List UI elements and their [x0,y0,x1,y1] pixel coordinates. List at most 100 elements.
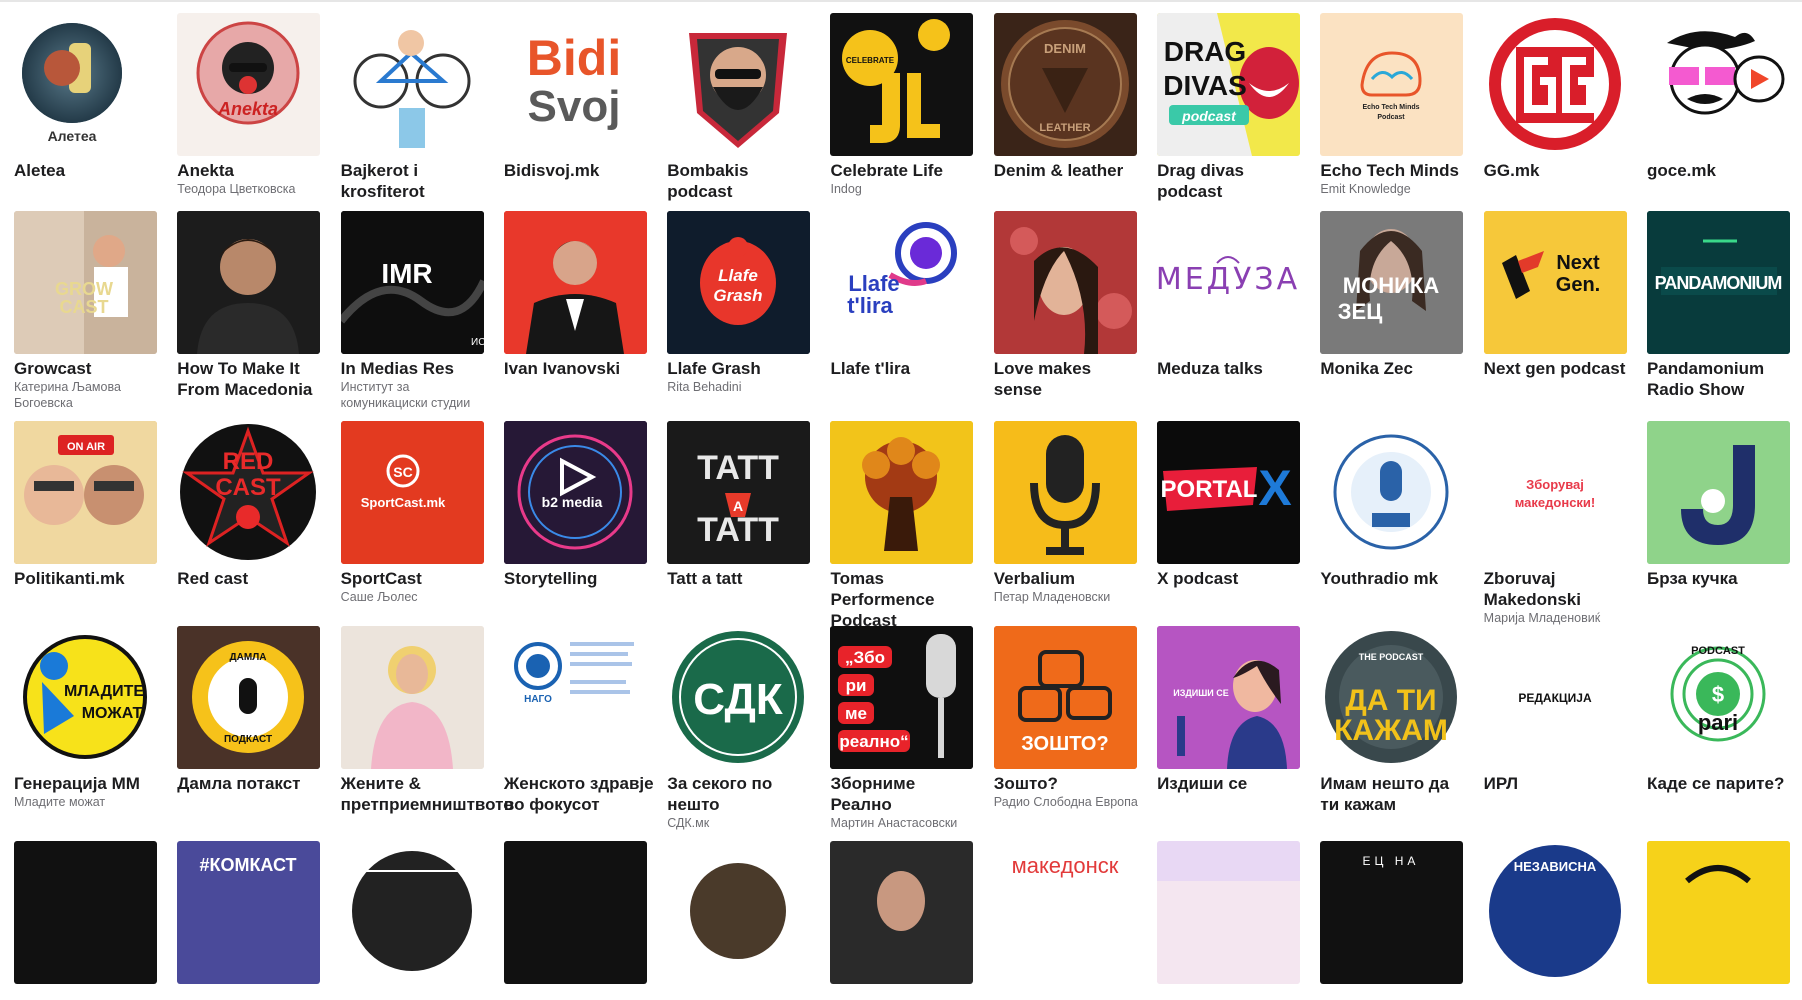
podcast-tile[interactable]: ЗОШТО? Зошто? Радио Слободна Европа [993,626,1157,831]
podcast-title[interactable]: Брза кучка [1647,568,1797,589]
podcast-artwork[interactable]: Llafe t'lira [830,211,974,354]
podcast-artwork[interactable] [14,841,157,984]
podcast-tile[interactable]: PORTAL X X podcast [1157,421,1320,631]
podcast-artwork[interactable]: Зборувај македонски! [1483,421,1627,564]
podcast-artwork[interactable]: МЛАДИТЕ МОЖАТ [14,626,157,769]
podcast-tile[interactable]: НЕЗАВИСНА [1483,841,1647,988]
podcast-artwork[interactable]: ON AIR [14,421,157,564]
podcast-title[interactable]: Red cast [177,568,327,589]
podcast-artwork[interactable] [503,841,647,984]
podcast-title[interactable]: Llafe t'lira [830,358,980,379]
podcast-artwork[interactable]: македонск [993,841,1137,984]
podcast-artwork[interactable]: RED CAST [177,421,321,564]
podcast-artwork[interactable]: Алетеа [14,13,157,156]
podcast-artwork[interactable]: b2 media [503,421,647,564]
podcast-tile[interactable]: DENIM LEATHER Denim & leather [993,13,1157,202]
podcast-title[interactable]: Denim & leather [994,160,1144,181]
podcast-title[interactable]: Youthradio mk [1320,568,1470,589]
podcast-tile[interactable]: Bidi Svoj Bidisvoj.mk [503,13,667,202]
podcast-artwork[interactable]: DRAG DIVAS podcast [1157,13,1301,156]
podcast-tile[interactable]: Llafe Grash Llafe Grash Rita Behadini [667,211,830,411]
podcast-artwork[interactable] [177,211,321,354]
podcast-artwork[interactable] [1157,841,1301,984]
podcast-tile[interactable]: МОНИКА ЗЕЦ Monika Zec [1320,211,1483,411]
podcast-artwork[interactable] [1646,13,1790,156]
podcast-title[interactable]: Дамла потакст [177,773,327,794]
podcast-title[interactable]: Verbalium [994,568,1144,589]
podcast-artwork[interactable]: IMR ИС [340,211,484,354]
podcast-title[interactable]: За секого по нешто [667,773,817,815]
podcast-title[interactable]: Pandamonium Radio Show [1647,358,1797,400]
podcast-tile[interactable]: ЕЦ НА [1320,841,1483,988]
podcast-tile[interactable] [667,841,830,988]
podcast-title[interactable]: Anekta [177,160,327,181]
podcast-tile[interactable]: Алетеа Aletea [14,13,177,202]
podcast-tile[interactable]: Next Gen. Next gen podcast [1483,211,1647,411]
podcast-artwork[interactable] [1646,421,1790,564]
podcast-title[interactable]: Storytelling [504,568,654,589]
podcast-tile[interactable]: Verbalium Петар Младеновски [993,421,1157,631]
podcast-tile[interactable]: Llafe t'lira Llafe t'lira [830,211,993,411]
podcast-title[interactable]: Monika Zec [1320,358,1470,379]
podcast-title[interactable]: Каде се парите? [1647,773,1797,794]
podcast-title[interactable]: goce.mk [1647,160,1797,181]
podcast-title[interactable]: Love makes sense [994,358,1144,400]
podcast-artwork[interactable]: CELEBRATE [830,13,974,156]
podcast-artwork[interactable] [1483,13,1627,156]
podcast-tile[interactable] [1646,841,1802,988]
podcast-title[interactable]: Женското здравје во фокусот [504,773,654,815]
podcast-tile[interactable]: ДАМЛА ПОДКАСТ Дамла потакст [177,626,340,831]
podcast-artwork[interactable]: „Збо ри ме реално“ [830,626,974,769]
podcast-tile[interactable]: МЛАДИТЕ МОЖАТ Генерација ММ Младите можат [14,626,177,831]
podcast-artwork[interactable]: ИЗДИШИ СЕ [1157,626,1301,769]
podcast-artwork[interactable]: GROW CAST [14,211,157,354]
podcast-artwork[interactable] [993,421,1137,564]
podcast-artwork[interactable]: $ pari PODCAST [1646,626,1790,769]
podcast-artwork[interactable]: РЕДАКЦИЈА [1483,626,1627,769]
podcast-title[interactable]: Зборниме Реално [830,773,980,815]
podcast-tile[interactable]: Ivan Ivanovski [503,211,667,411]
podcast-artwork[interactable] [830,841,974,984]
podcast-tile[interactable]: $ pari PODCAST Каде се парите? [1646,626,1802,831]
podcast-tile[interactable]: IMR ИС In Medias Res Институт за комуникаци… [340,211,504,411]
podcast-artwork[interactable]: #КОМКАСТ [177,841,321,984]
podcast-title[interactable]: Aletea [14,160,164,181]
podcast-artwork[interactable]: СДК [667,626,811,769]
podcast-tile[interactable]: RED CAST Red cast [177,421,340,631]
podcast-title[interactable]: Bidisvoj.mk [504,160,654,181]
podcast-artwork[interactable] [1646,841,1790,984]
podcast-title[interactable]: Next gen podcast [1484,358,1634,379]
podcast-tile[interactable]: TATT A TATT Tatt a tatt [667,421,830,631]
podcast-title[interactable]: GG.mk [1484,160,1634,181]
podcast-tile[interactable]: Bajkerot i krosfiterot [340,13,504,202]
podcast-title[interactable]: Генерација ММ [14,773,164,794]
podcast-title[interactable]: Politikanti.mk [14,568,164,589]
podcast-tile[interactable]: How To Make It From Macedonia [177,211,340,411]
podcast-tile[interactable]: Жените & претприемништвото [340,626,514,831]
podcast-artwork[interactable] [830,421,974,564]
podcast-tile[interactable]: goce.mk [1646,13,1802,202]
podcast-artwork[interactable] [340,841,484,984]
podcast-tile[interactable] [14,841,177,988]
podcast-artwork[interactable]: Bidi Svoj [503,13,647,156]
podcast-tile[interactable]: Bombakis podcast [667,13,830,202]
podcast-tile[interactable]: CELEBRATE Celebrate Life Indog [830,13,993,202]
podcast-artwork[interactable]: ДА ТИ КАЖАМ THE PODCAST [1320,626,1464,769]
podcast-tile[interactable] [503,841,667,988]
podcast-tile[interactable]: Youthradio mk [1320,421,1483,631]
podcast-tile[interactable]: НАГО Женското здравје во фокусот [503,626,667,831]
podcast-artwork[interactable] [340,626,484,769]
podcast-artwork[interactable]: ДАМЛА ПОДКАСТ [177,626,321,769]
podcast-artwork[interactable]: SC SportCast.mk [340,421,484,564]
podcast-tile[interactable]: Tomas Performence Podcast [830,421,993,631]
podcast-title[interactable]: Drag divas podcast [1157,160,1307,202]
podcast-title[interactable]: SportCast [341,568,491,589]
podcast-tile[interactable]: ON AIR Politikanti.mk [14,421,177,631]
podcast-title[interactable]: Издиши се [1157,773,1307,794]
podcast-title[interactable]: Bombakis podcast [667,160,817,202]
podcast-title[interactable]: Meduza talks [1157,358,1307,379]
podcast-tile[interactable]: македонск [993,841,1157,988]
podcast-tile[interactable] [830,841,993,988]
podcast-artwork[interactable]: Llafe Grash [667,211,811,354]
podcast-title[interactable]: In Medias Res [341,358,491,379]
